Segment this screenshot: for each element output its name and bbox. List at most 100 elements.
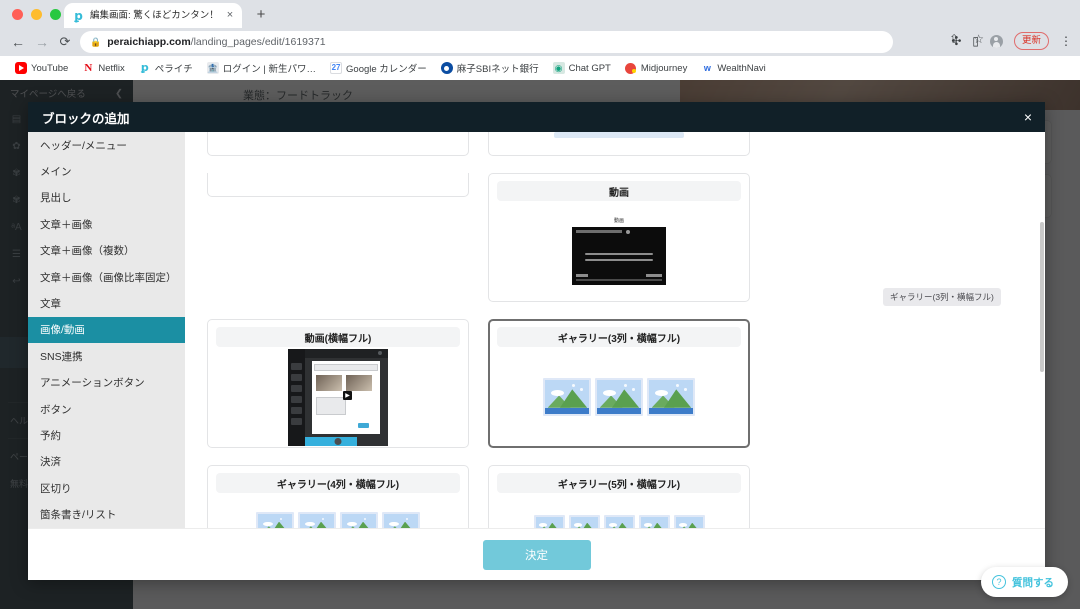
bookmark-wealthnavi[interactable]: w WealthNavi (694, 58, 772, 78)
category-item-payment[interactable]: 決済 (28, 449, 185, 475)
add-block-modal: ブロックの追加 × ヘッダー/メニュー メイン 見出し 文章＋画像 文章＋画像（… (28, 102, 1045, 580)
side-panel-icon[interactable]: ▯ (972, 35, 979, 47)
category-item-divider[interactable]: 区切り (28, 475, 185, 501)
image-placeholder-icon (533, 514, 565, 528)
forward-icon[interactable]: → (33, 33, 51, 51)
category-label: 予約 (40, 429, 61, 442)
browser-tab-title: 編集画面: 驚くほどカンタン！無… (90, 10, 219, 21)
category-item-heading[interactable]: 見出し (28, 185, 185, 211)
profile-avatar[interactable] (989, 34, 1003, 48)
category-label: 文章＋画像 (40, 218, 93, 231)
category-item-header-menu[interactable]: ヘッダー/メニュー (28, 132, 185, 158)
bookmark-chatgpt[interactable]: ◉ Chat GPT (546, 58, 618, 78)
block-card-preview (489, 493, 749, 528)
close-icon[interactable]: × (224, 10, 236, 21)
category-label: SNS連携 (40, 350, 83, 363)
category-item-text-image[interactable]: 文章＋画像 (28, 211, 185, 237)
block-card-partial-2[interactable] (488, 132, 750, 156)
help-widget-label: 質問する (1012, 576, 1054, 589)
video-player-graphic (572, 227, 666, 285)
category-item-list[interactable]: 箇条書き/リスト (28, 501, 185, 527)
block-card-video-full[interactable]: 動画(横幅フル) ▶ (207, 319, 469, 448)
maximize-window-button[interactable] (50, 9, 61, 20)
block-cards-scroll[interactable]: 動画 動画 動画(横幅フル) ▶ ギャラリー(3列・横幅フル) ギャラリー(4列… (185, 132, 1045, 528)
bookmark-label: ログイン | 新生パワ… (222, 64, 317, 75)
image-placeholder-icon (340, 512, 378, 528)
block-card-preview: ▶ (208, 347, 468, 447)
bookmark-midjourney[interactable]: Midjourney (618, 58, 694, 78)
midjourney-icon (624, 62, 637, 74)
bookmark-label: ペライチ (154, 64, 193, 75)
category-item-image-video[interactable]: 画像/動画 (28, 316, 185, 344)
bookmark-label: YouTube (31, 62, 69, 74)
address-bar[interactable]: 🔒 peraichiapp.com/landing_pages/edit/161… (80, 31, 893, 53)
window-controls[interactable] (12, 9, 61, 20)
video-full-thumbnail: ▶ (288, 348, 388, 446)
chatgpt-icon: ◉ (552, 62, 565, 74)
block-card-gallery-4col-full[interactable]: ギャラリー(4列・横幅フル) (207, 465, 469, 528)
image-placeholder-icon (382, 512, 420, 528)
new-tab-button[interactable]: + (252, 6, 270, 24)
block-card-gallery-3col-full[interactable]: ギャラリー(3列・横幅フル) (488, 319, 750, 448)
image-placeholder-icon (256, 512, 294, 528)
help-widget[interactable]: ? 質問する (981, 567, 1068, 597)
category-item-sns[interactable]: SNS連携 (28, 343, 185, 369)
bookmark-label: WealthNavi (717, 62, 766, 74)
browser-navbar: ← → ⟳ 🔒 peraichiapp.com/landing_pages/ed… (0, 28, 1080, 56)
bookmark-google-calendar[interactable]: 27 Google カレンダー (323, 58, 434, 78)
bookmark-label: Midjourney (640, 62, 688, 74)
bookmark-peraichi[interactable]: ꝑ ペライチ (132, 58, 200, 78)
update-button[interactable]: 更新 (1013, 32, 1049, 50)
category-item-text-image-ratio[interactable]: 文章＋画像（画像比率固定） (28, 264, 185, 290)
modal-header: ブロックの追加 × (28, 102, 1045, 132)
category-item-animation-button[interactable]: アニメーションボタン (28, 370, 185, 396)
category-label: 文章＋画像（画像比率固定） (40, 271, 177, 284)
category-label: 画像/動画 (40, 324, 85, 337)
close-window-button[interactable] (12, 9, 23, 20)
wealthnavi-icon: w (701, 62, 714, 74)
category-item-text[interactable]: 文章 (28, 290, 185, 316)
peraichi-icon: ꝑ (74, 8, 83, 23)
partial-preview (554, 132, 684, 138)
url-domain: peraichiapp.com (107, 36, 191, 48)
browser-tab[interactable]: ꝑ 編集画面: 驚くほどカンタン！無… × (64, 3, 242, 28)
close-icon[interactable]: × (1024, 110, 1032, 124)
minimize-window-button[interactable] (31, 9, 42, 20)
extensions-icon[interactable]: ✣ (951, 35, 961, 47)
bookmark-sbi-bank[interactable]: 麻子SBIネット銀行 (434, 58, 546, 78)
block-card-partial-1[interactable] (207, 132, 469, 156)
block-card-preview (208, 493, 468, 528)
bookmark-youtube[interactable]: YouTube (8, 58, 75, 78)
block-category-list[interactable]: ヘッダー/メニュー メイン 見出し 文章＋画像 文章＋画像（複数） 文章＋画像（… (28, 132, 185, 528)
block-card-title: ギャラリー(3列・横幅フル) (497, 327, 741, 347)
block-card-gallery-5col-full[interactable]: ギャラリー(5列・横幅フル) (488, 465, 750, 528)
cards-scrollbar-thumb[interactable] (1040, 222, 1044, 372)
block-cards-grid: 動画 動画 動画(横幅フル) ▶ ギャラリー(3列・横幅フル) ギャラリー(4列… (207, 132, 1023, 528)
category-item-main[interactable]: メイン (28, 158, 185, 184)
cards-scrollbar[interactable] (1039, 132, 1045, 528)
image-placeholder-icon (673, 514, 705, 528)
bank-icon: 🏦 (206, 62, 219, 74)
browser-menu-icon[interactable]: ⋮ (1060, 35, 1072, 47)
question-circle-icon: ? (992, 575, 1006, 589)
peraichi-icon: ꝑ (138, 62, 151, 74)
category-item-button[interactable]: ボタン (28, 396, 185, 422)
modal-footer: 決定 (28, 528, 1045, 580)
block-card-video[interactable]: 動画 動画 (488, 173, 750, 302)
bookmark-netflix[interactable]: N Netflix (75, 58, 131, 78)
block-card-preview: 動画 (489, 201, 749, 301)
reload-icon[interactable]: ⟳ (56, 33, 74, 51)
image-placeholder-icon (647, 377, 695, 416)
block-card-preview (490, 347, 748, 446)
category-label: ヘッダー/メニュー (40, 139, 127, 152)
category-item-reservation[interactable]: 予約 (28, 422, 185, 448)
address-bar-url: peraichiapp.com/landing_pages/edit/16193… (107, 36, 325, 48)
block-cards-area[interactable]: 動画 動画 動画(横幅フル) ▶ ギャラリー(3列・横幅フル) ギャラリー(4列… (185, 132, 1045, 528)
screen-root: マイページへ戻る ❮ ▤ 保存 ✿ ページ設定 ✾ テ ✾ テ ᵃA フ (0, 0, 1080, 609)
bookmark-label: Google カレンダー (346, 64, 427, 75)
bookmark-shinsei-bank[interactable]: 🏦 ログイン | 新生パワ… (200, 58, 323, 78)
back-icon[interactable]: ← (9, 33, 27, 51)
category-item-text-image-multi[interactable]: 文章＋画像（複数） (28, 238, 185, 264)
block-card-partial-3[interactable] (207, 173, 469, 197)
decide-button[interactable]: 決定 (482, 539, 591, 570)
